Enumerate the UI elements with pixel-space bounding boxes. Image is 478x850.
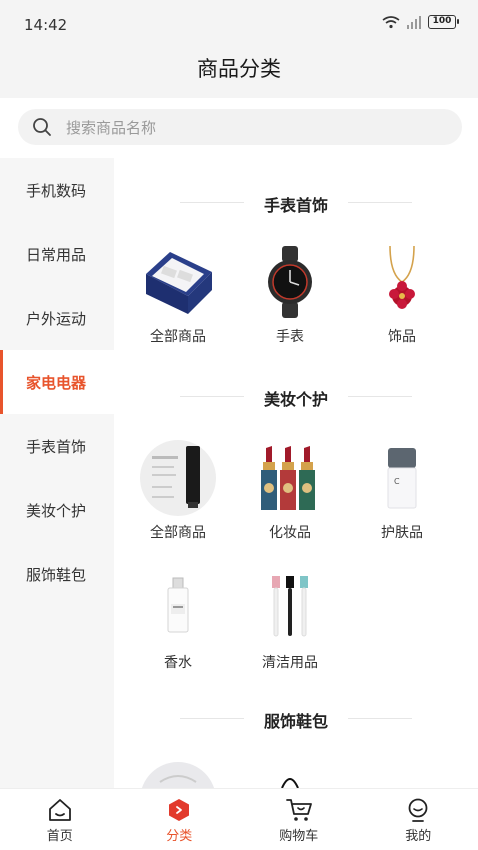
sidebar-item-label: 日常用品 (26, 245, 87, 264)
subcategory-label: 饰品 (388, 329, 416, 345)
search-input[interactable]: 搜索商品名称 (18, 109, 462, 145)
tab-category[interactable]: 分类 (120, 789, 240, 850)
divider (180, 396, 244, 397)
subcategory-all-beauty[interactable]: 全部商品 (128, 440, 228, 542)
section-title-watches: 手表首饰 (114, 192, 478, 216)
category-content: 手表首饰 全部商品 手表 饰品 美妆个护 全部商品 化妆品 C 护肤品 香水 清… (114, 158, 478, 788)
subcategory-watch[interactable]: 手表 (240, 244, 340, 346)
tab-label: 购物车 (279, 829, 319, 844)
sidebar-item-label: 美妆个护 (26, 501, 87, 520)
tab-profile[interactable]: 我的 (359, 789, 478, 850)
subcategory-makeup[interactable]: 化妆品 (240, 440, 340, 542)
profile-icon (408, 798, 428, 822)
product-image-jewelry-box (140, 244, 216, 320)
product-image-watch (252, 244, 328, 320)
subcategory-skincare[interactable]: C 护肤品 (352, 440, 452, 542)
subcategory-label: 全部商品 (150, 329, 206, 345)
page-title: 商品分类 (197, 57, 281, 81)
sidebar-item-appliances[interactable]: 家电电器 (0, 350, 114, 414)
subcategory-label: 全部商品 (150, 525, 206, 541)
search-bar-container: 搜索商品名称 (0, 98, 478, 158)
divider (348, 202, 412, 203)
status-time: 14:42 (24, 16, 68, 34)
tab-label: 分类 (166, 829, 193, 844)
sidebar-item-label: 手表首饰 (26, 437, 87, 456)
product-image-bag (252, 762, 328, 788)
subcategory-partial-1[interactable] (128, 762, 228, 788)
sidebar-item-apparel[interactable]: 服饰鞋包 (0, 542, 114, 606)
bottom-tab-bar: 首页 分类 购物车 我的 (0, 788, 478, 850)
sidebar-item-label: 家电电器 (26, 373, 87, 392)
divider (348, 718, 412, 719)
signal-icon (407, 16, 421, 29)
sidebar-item-phones[interactable]: 手机数码 (0, 158, 114, 222)
header: 商品分类 (0, 48, 478, 98)
subcategory-label: 香水 (164, 655, 192, 671)
tab-cart[interactable]: 购物车 (239, 789, 359, 850)
search-placeholder: 搜索商品名称 (66, 118, 157, 137)
divider (180, 718, 244, 719)
sidebar-item-outdoor[interactable]: 户外运动 (0, 286, 114, 350)
status-bar: 14:42 100 (0, 0, 478, 48)
tab-home[interactable]: 首页 (0, 789, 120, 850)
product-image-skincare-bottle: C (364, 440, 440, 516)
sidebar-item-beauty[interactable]: 美妆个护 (0, 478, 114, 542)
product-image-perfume (140, 570, 216, 646)
cart-icon (285, 799, 312, 821)
divider (348, 396, 412, 397)
category-icon (169, 799, 190, 821)
battery-icon: 100 (428, 15, 459, 29)
product-image-apparel (140, 762, 216, 788)
wifi-icon (382, 16, 400, 29)
subcategory-partial-2[interactable] (240, 762, 340, 788)
subcategory-perfume[interactable]: 香水 (128, 570, 228, 672)
section-title-apparel: 服饰鞋包 (114, 708, 478, 732)
subcategory-all-watches[interactable]: 全部商品 (128, 244, 228, 346)
tab-label: 我的 (405, 829, 432, 844)
tab-label: 首页 (46, 829, 73, 844)
subcategory-label: 清洁用品 (262, 655, 318, 671)
product-image-skincare-set (140, 440, 216, 516)
section-title-beauty: 美妆个护 (114, 386, 478, 410)
sidebar-item-label: 户外运动 (26, 309, 87, 328)
subcategory-label: 护肤品 (381, 525, 423, 541)
home-icon (48, 799, 71, 821)
product-image-lipsticks (252, 440, 328, 516)
search-icon (33, 118, 51, 136)
product-image-toothbrush-heads (252, 570, 328, 646)
sidebar-item-daily[interactable]: 日常用品 (0, 222, 114, 286)
sidebar-item-watches[interactable]: 手表首饰 (0, 414, 114, 478)
status-icons: 100 (382, 15, 459, 29)
product-image-necklace (364, 244, 440, 320)
subcategory-cleaning[interactable]: 清洁用品 (240, 570, 340, 672)
subcategory-label: 化妆品 (269, 525, 311, 541)
subcategory-jewelry[interactable]: 饰品 (352, 244, 452, 346)
svg-text:C: C (394, 477, 400, 486)
sidebar-item-label: 服饰鞋包 (26, 565, 87, 584)
subcategory-label: 手表 (276, 329, 304, 345)
category-sidebar: 手机数码 日常用品 户外运动 家电电器 手表首饰 美妆个护 服饰鞋包 (0, 158, 114, 788)
sidebar-item-label: 手机数码 (26, 181, 87, 200)
divider (180, 202, 244, 203)
